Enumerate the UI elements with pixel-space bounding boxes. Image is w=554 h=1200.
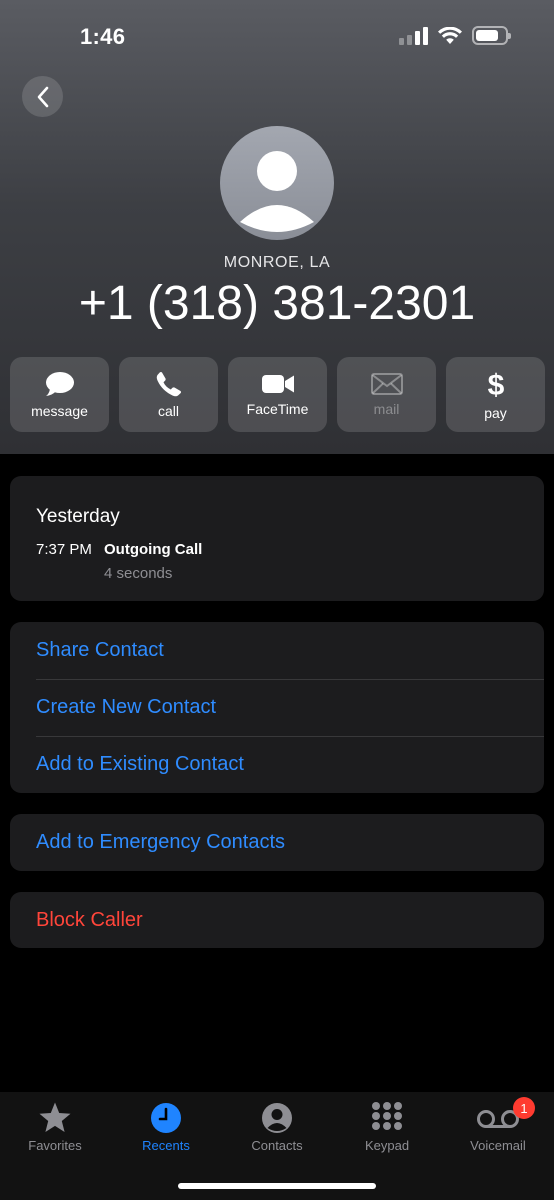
block-caller-button[interactable]: Block Caller (10, 892, 544, 948)
tab-contacts[interactable]: Contacts (227, 1100, 327, 1153)
chevron-left-icon (37, 86, 48, 107)
person-silhouette-icon (240, 151, 314, 232)
history-duration: 4 seconds (104, 565, 173, 582)
history-call-type: Outgoing Call (104, 541, 203, 558)
tab-voicemail-label: Voicemail (470, 1138, 526, 1153)
share-contact-button[interactable]: Share Contact (10, 622, 544, 679)
tab-recents-label: Recents (142, 1138, 190, 1153)
cellular-signal-icon (399, 26, 428, 45)
tab-keypad[interactable]: Keypad (337, 1100, 437, 1153)
message-icon (45, 371, 74, 396)
facetime-button[interactable]: FaceTime (228, 357, 327, 432)
pay-label: pay (484, 404, 507, 421)
home-indicator (178, 1183, 376, 1189)
star-icon (39, 1102, 71, 1132)
battery-icon (472, 26, 511, 45)
person-circle-icon (262, 1103, 292, 1133)
facetime-label: FaceTime (246, 400, 309, 417)
pay-button[interactable]: $ pay (446, 357, 545, 432)
mail-icon (370, 372, 403, 395)
action-buttons: message call FaceTime mail $ pay (10, 357, 545, 432)
history-day: Yesterday (36, 506, 120, 527)
tab-recents[interactable]: Recents (116, 1100, 216, 1153)
video-icon (261, 374, 294, 393)
contact-phone-number: +1 (318) 381-2301 (78, 277, 476, 330)
call-history-card: Yesterday 7:37 PM Outgoing Call 4 second… (10, 476, 544, 601)
message-button[interactable]: message (10, 357, 109, 432)
tab-voicemail[interactable]: 1 Voicemail (448, 1097, 548, 1153)
call-button[interactable]: call (119, 357, 218, 432)
mail-label: mail (373, 400, 400, 417)
status-time: 1:46 (80, 24, 126, 49)
wifi-icon (438, 26, 462, 44)
add-to-existing-contact-button[interactable]: Add to Existing Contact (10, 736, 544, 793)
phone-icon (156, 371, 181, 396)
voicemail-badge: 1 (513, 1097, 535, 1119)
clock-icon (151, 1103, 181, 1133)
tab-contacts-label: Contacts (251, 1138, 303, 1153)
tab-favorites-label: Favorites (28, 1138, 82, 1153)
back-button[interactable] (22, 76, 63, 117)
svg-text:$: $ (487, 369, 504, 399)
avatar (220, 126, 334, 240)
contact-location: MONROE, LA (223, 254, 331, 271)
history-time: 7:37 PM (36, 541, 92, 558)
contact-options-card: Share Contact Create New Contact Add to … (10, 622, 544, 793)
create-new-contact-button[interactable]: Create New Contact (10, 679, 544, 736)
dollar-icon: $ (487, 369, 504, 399)
status-icons (399, 26, 511, 45)
call-label: call (157, 402, 179, 419)
keypad-icon (372, 1102, 402, 1130)
tab-favorites[interactable]: Favorites (5, 1100, 105, 1153)
tab-keypad-label: Keypad (364, 1138, 410, 1153)
message-label: message (31, 402, 88, 419)
mail-button[interactable]: mail (337, 357, 436, 432)
add-to-emergency-contacts-button[interactable]: Add to Emergency Contacts (10, 814, 544, 871)
